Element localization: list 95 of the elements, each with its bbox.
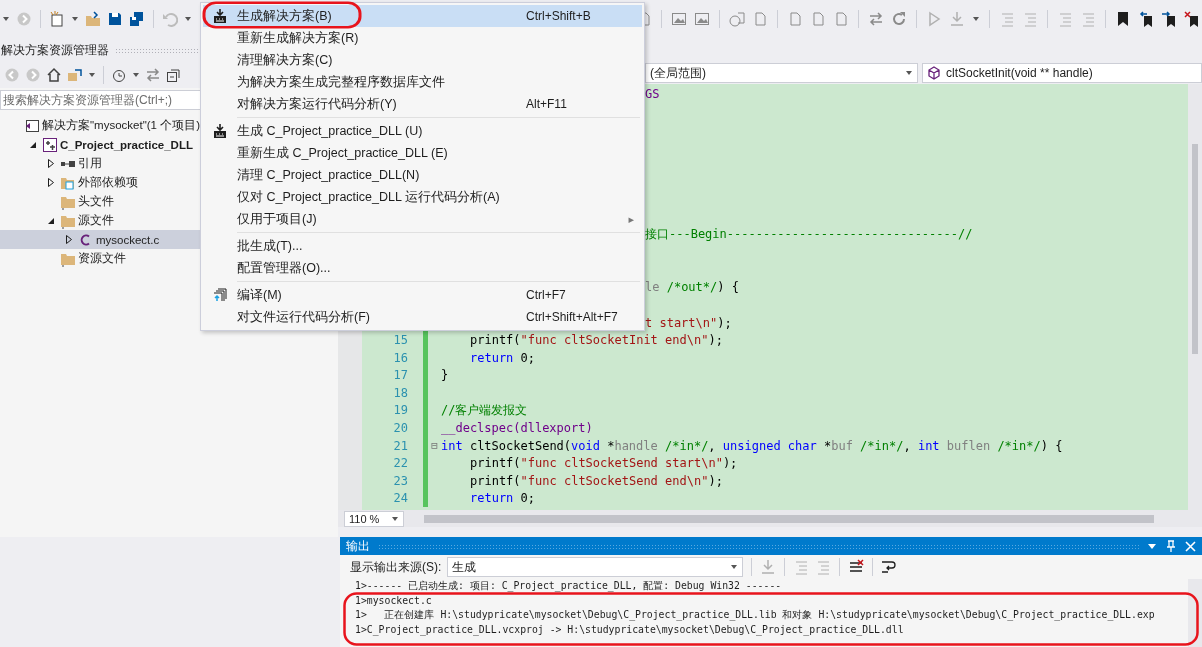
output-line: 1>C_Project_practice_DLL.vcxproj -> H:\studypricate\mysocket\Debug\C_Project_practice_DLL.dll [355,622,905,637]
menu-item[interactable]: 清理 C_Project_practice_DLL(N) [203,164,642,186]
code-line: __declspec(dllexport) [441,421,593,436]
code-line: le /*out*/) { [645,280,739,295]
caret-icon[interactable] [730,563,739,571]
build-icon [212,123,228,139]
source-label: 显示输出来源(S): [350,558,442,576]
caret-icon[interactable] [88,71,96,79]
caret-icon[interactable] [905,69,913,77]
globe-icon[interactable] [729,11,745,27]
line-number: 22 [392,456,408,471]
caret-icon[interactable] [2,15,10,23]
refresh-icon[interactable] [891,11,907,27]
project-icon [42,136,58,153]
home-icon[interactable] [46,67,62,83]
sync-icon[interactable] [67,67,83,83]
zoom-dropdown[interactable]: 110 % [344,510,404,527]
code-line: //客户端发报文 [441,402,528,419]
collapsed-arrow-icon[interactable] [47,178,55,187]
dropdown-icon[interactable] [1147,542,1157,550]
fold-toggle[interactable]: ⊟ [428,439,441,453]
menu-item[interactable]: 重新生成 C_Project_practice_DLL (E) [203,142,642,164]
caret-icon[interactable] [184,15,192,23]
word-wrap-icon[interactable] [881,559,898,575]
collapsed-arrow-icon[interactable] [65,235,73,244]
caret-icon[interactable] [391,514,399,523]
menu-item[interactable]: 生成 C_Project_practice_DLL (U) [203,120,642,142]
menu-item[interactable]: 仅用于项目(J) ▸ [203,208,642,230]
cube-icon [927,66,941,80]
previous-bookmark-icon[interactable] [1138,11,1154,27]
line-number: 15 [392,333,408,348]
line-number: 21 [392,438,408,453]
collapse-icon[interactable] [166,67,182,83]
line-number: 19 [392,403,408,418]
line-number: 16 [392,350,408,365]
code-line: printf("func cltSocketInit end\n"); [469,333,723,348]
save-icon[interactable] [107,11,123,27]
output-line: 1>------ 已启动生成: 项目: C_Project_practice_DLL, 配置: Debug Win32 ------ [355,579,783,594]
solution-icon [24,117,40,134]
picture-icon[interactable] [694,11,710,27]
bookmark-icon[interactable] [1115,11,1131,27]
vertical-scrollbar[interactable] [1188,84,1202,510]
folder-icon[interactable] [85,11,101,27]
collapsed-arrow-icon[interactable] [47,159,55,168]
panel-header: 输出 [340,537,1202,555]
swap-icon[interactable] [868,11,884,27]
document-icon[interactable] [810,11,826,27]
pin-icon[interactable] [1165,540,1177,552]
history-icon[interactable] [111,67,127,83]
expanded-arrow-icon[interactable] [47,216,55,225]
menu-item[interactable]: 重新生成解决方案(R) [203,27,642,49]
menu-item[interactable]: 生成解决方案(B) Ctrl+Shift+B [203,5,642,27]
output-line: 1> 正在创建库 H:\studypricate\mysocket\Debug\C_Project_practice_DLL.lib 和对象 H:\studypricate\mysocket\Debug\C_Project_practice_DLL.exp [355,608,1156,623]
swap-icon[interactable] [145,67,161,83]
code-line: GS [645,86,660,101]
clear-all-icon[interactable] [848,559,865,575]
line-number: 18 [392,385,408,400]
code-line: printf("func cltSocketSend end\n"); [469,473,723,488]
menu-item[interactable]: 配置管理器(O)... [203,257,642,279]
source-dropdown[interactable]: 生成 [447,557,744,577]
document-icon[interactable] [833,11,849,27]
line-number: 20 [392,421,408,436]
menu-item[interactable]: 编译(M) Ctrl+F7 [203,284,642,306]
caret-icon[interactable] [132,71,140,79]
line-number: 23 [392,473,408,488]
build-icon [212,8,228,24]
save-all-icon[interactable] [129,11,145,27]
output-line: 1>mysockect.c [355,593,433,608]
line-number: 17 [392,368,408,383]
menu-item[interactable]: 为解决方案生成完整程序数据库文件 [203,71,642,93]
code-line: return 0; [469,350,536,365]
expanded-arrow-icon[interactable] [29,140,37,149]
scope-dropdown[interactable]: (全局范围) [645,63,918,83]
new-project-icon[interactable] [49,11,65,27]
code-line: } [441,368,449,383]
close-icon[interactable] [1185,540,1196,552]
code-line: 接口---Begin--------------------------------// [645,226,973,244]
code-line: t start\n"); [645,315,732,330]
compile-icon [212,287,228,303]
menu-item[interactable]: 仅对 C_Project_practice_DLL 运行代码分析(A) [203,186,642,208]
clear-bookmark-icon[interactable] [1184,11,1200,27]
document-icon[interactable] [752,11,768,27]
panel-title: 解决方案资源管理器 [1,41,109,59]
picture-icon[interactable] [671,11,687,27]
member-dropdown[interactable]: cltSocketInit(void ** handle) [922,63,1202,83]
document-icon[interactable] [787,11,803,27]
caret-icon[interactable] [972,15,980,23]
caret-icon[interactable] [71,15,79,23]
menu-item[interactable]: 清理解决方案(C) [203,49,642,71]
code-line: printf("func cltSocketSend start\n"); [469,456,738,471]
code-line: int cltSocketSend(void *handle /*in*/, unsigned char *buf /*in*/, int buflen /*in*/) { [441,438,1063,453]
code-line: return 0; [469,491,536,506]
menu-item[interactable]: 对文件运行代码分析(F) Ctrl+Shift+Alt+F7 [203,306,642,328]
line-number: 24 [392,491,408,506]
next-bookmark-icon[interactable] [1161,11,1177,27]
